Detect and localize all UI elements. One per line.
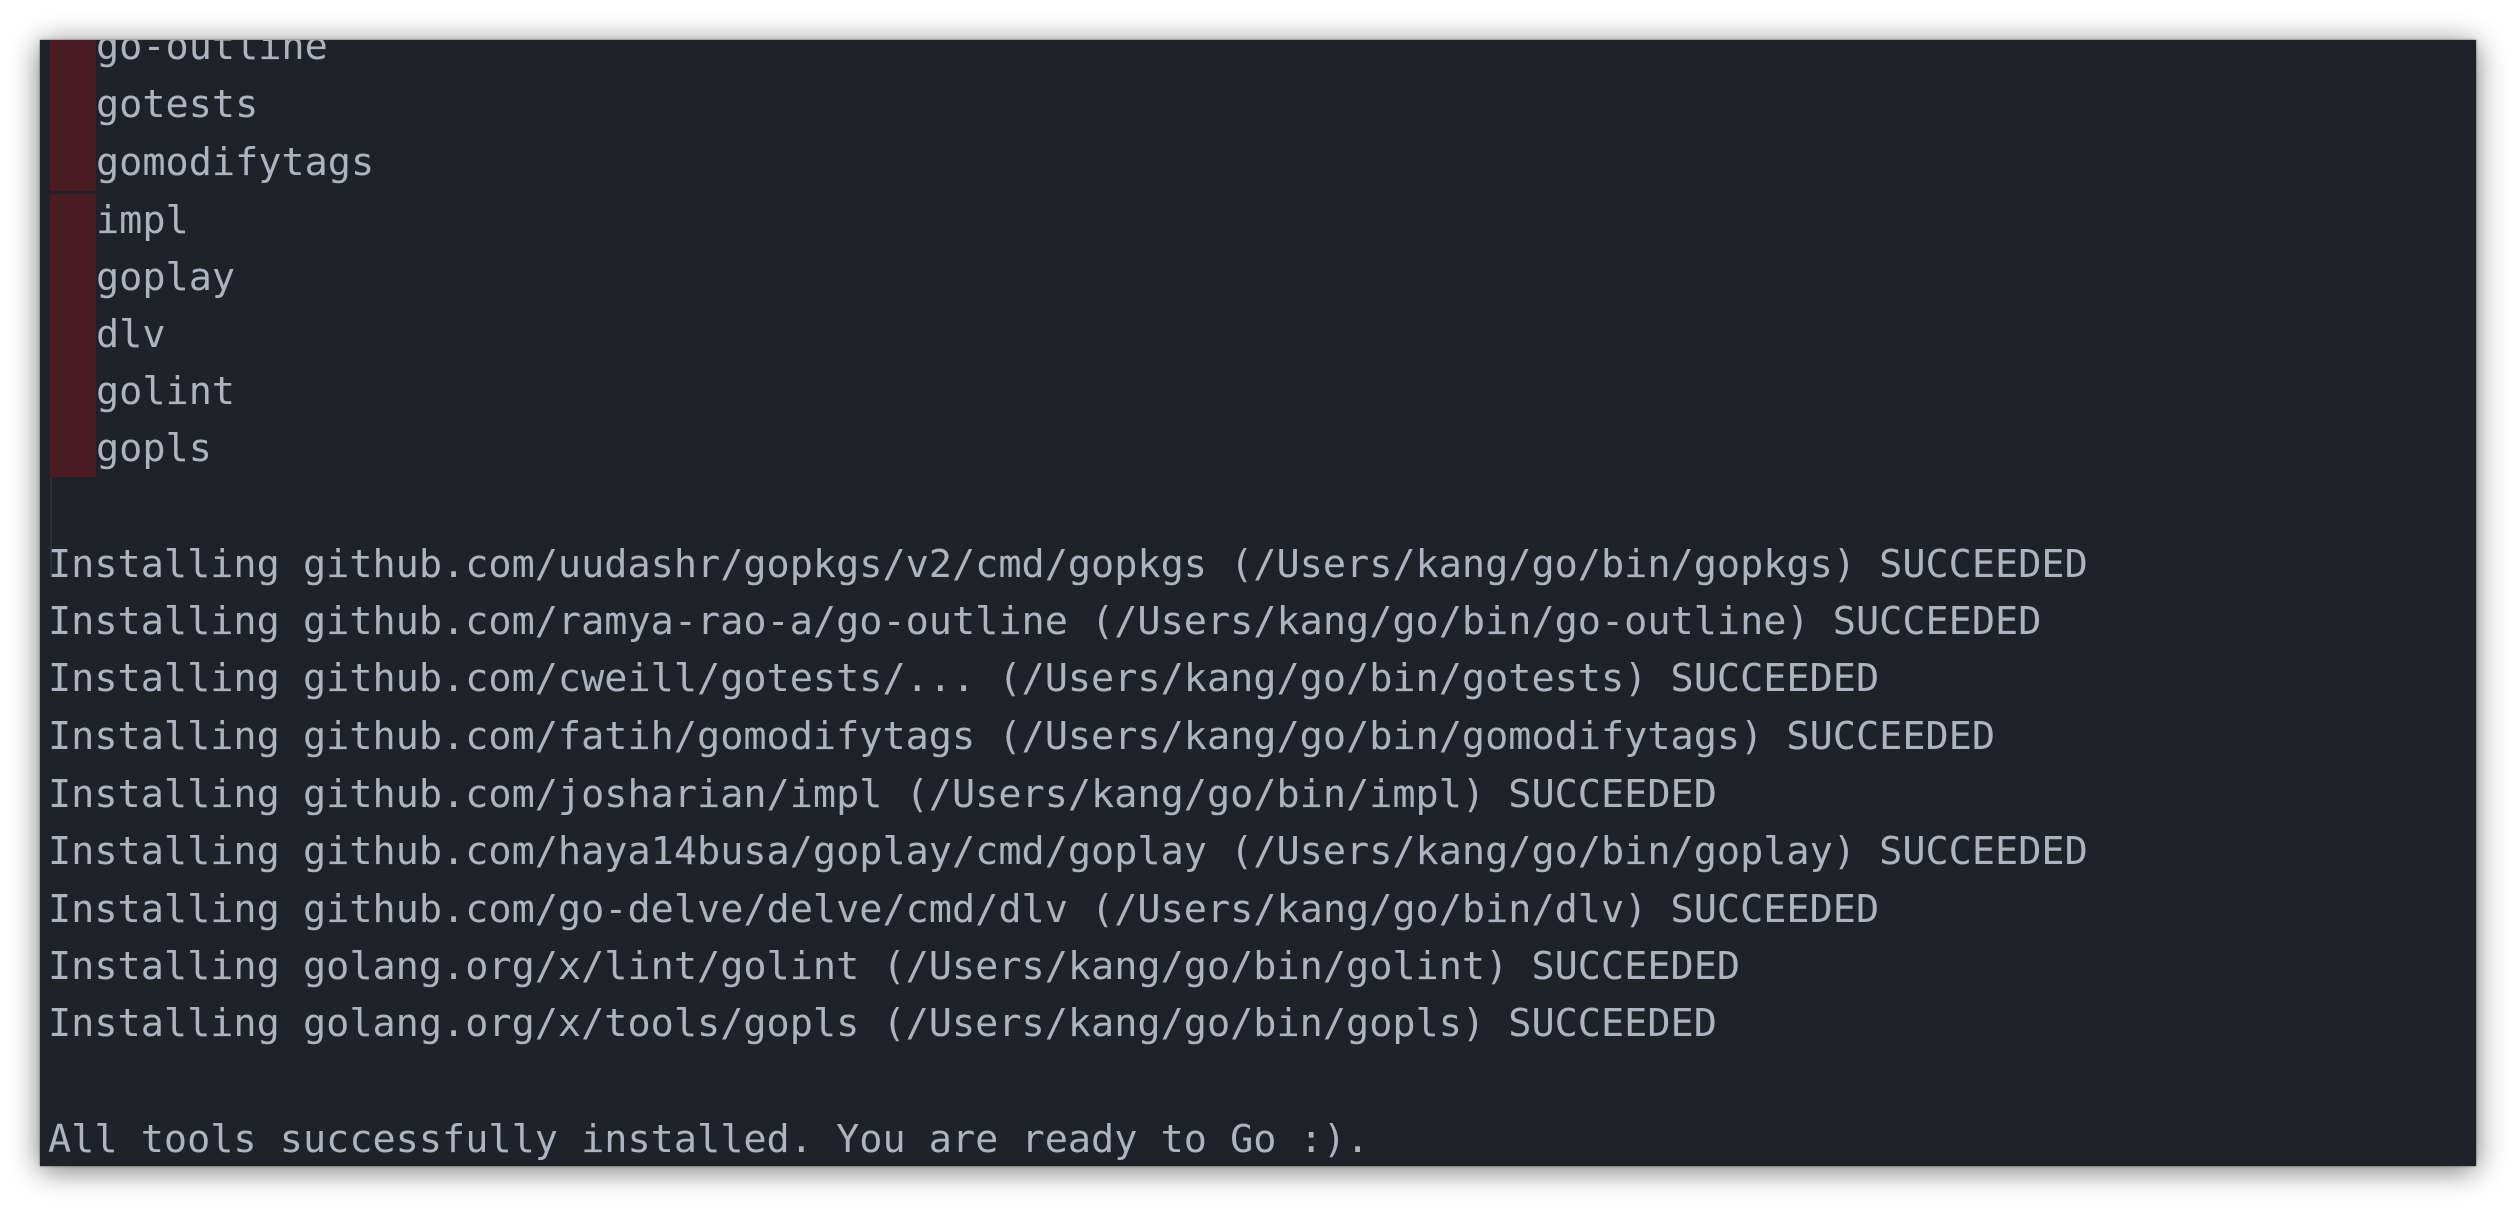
tool-list-item: impl bbox=[96, 198, 189, 243]
install-log-line: Installing golang.org/x/tools/gopls (/Us… bbox=[48, 1001, 1717, 1046]
install-log-line: Installing github.com/ramya-rao-a/go-out… bbox=[48, 599, 2042, 644]
gutter-highlight bbox=[50, 40, 96, 191]
install-log-line: Installing github.com/go-delve/delve/cmd… bbox=[48, 887, 1880, 932]
tool-list-item: gomodifytags bbox=[96, 140, 375, 185]
tool-list-item: gotests bbox=[96, 82, 259, 127]
install-log-line: Installing github.com/josharian/impl (/U… bbox=[48, 772, 1717, 817]
final-status-message: All tools successfully installed. You ar… bbox=[48, 1117, 1370, 1162]
tool-list-item: dlv bbox=[96, 312, 166, 357]
tool-list-item: go-outline bbox=[96, 40, 328, 69]
gutter-highlight bbox=[50, 194, 96, 477]
terminal-output-panel[interactable]: go-outline gotests gomodifytags impl gop… bbox=[40, 40, 2476, 1166]
install-log-line: Installing golang.org/x/lint/golint (/Us… bbox=[48, 944, 1741, 989]
install-log-line: Installing github.com/uudashr/gopkgs/v2/… bbox=[48, 542, 2088, 587]
tool-list-item: goplay bbox=[96, 255, 236, 300]
tool-list-item: gopls bbox=[96, 426, 212, 471]
install-log-line: Installing github.com/fatih/gomodifytags… bbox=[48, 714, 1996, 759]
tool-list-item: golint bbox=[96, 369, 236, 414]
install-log-line: Installing github.com/haya14busa/goplay/… bbox=[48, 829, 2088, 874]
install-log-line: Installing github.com/cweill/gotests/...… bbox=[48, 656, 1880, 701]
